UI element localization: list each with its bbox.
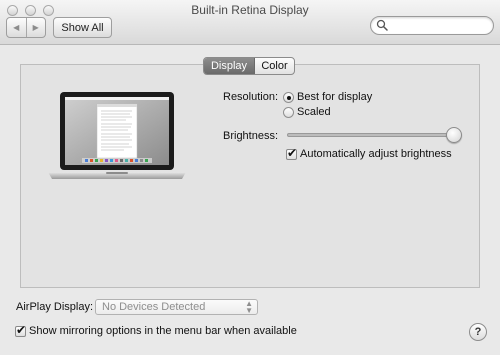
checkmark-icon: ✔ xyxy=(287,146,298,160)
show-mirroring-checkbox[interactable]: ✔ xyxy=(15,323,27,337)
brightness-slider[interactable] xyxy=(287,133,460,137)
scaled-label[interactable]: Scaled xyxy=(297,106,331,118)
title-bar: Built-in Retina Display ◀ ▶ Show All xyxy=(0,0,500,45)
laptop-image xyxy=(48,92,186,179)
help-button[interactable]: ? xyxy=(469,323,487,341)
show-mirroring-label[interactable]: Show mirroring options in the menu bar w… xyxy=(29,325,297,337)
resolution-label: Resolution: xyxy=(223,91,279,103)
best-for-display-radio[interactable] xyxy=(283,92,294,103)
select-arrows-icon: ▲ ▼ xyxy=(245,299,253,315)
auto-brightness-checkbox[interactable]: ✔ xyxy=(286,146,298,160)
tab-display[interactable]: Display xyxy=(204,58,255,74)
window-title: Built-in Retina Display xyxy=(191,3,309,17)
brightness-slider-knob[interactable] xyxy=(446,127,462,143)
back-arrow-icon: ◀ xyxy=(13,23,20,32)
tab-bar: Display Color xyxy=(203,57,295,75)
search-field[interactable] xyxy=(370,16,494,35)
airplay-display-select[interactable]: No Devices Detected ▲ ▼ xyxy=(95,299,258,315)
tab-color[interactable]: Color xyxy=(255,58,294,74)
forward-arrow-icon: ▶ xyxy=(32,23,39,32)
search-icon xyxy=(376,19,388,31)
auto-brightness-label[interactable]: Automatically adjust brightness xyxy=(300,148,452,160)
airplay-display-value: No Devices Detected xyxy=(102,301,206,313)
scaled-radio[interactable] xyxy=(283,107,294,118)
search-input[interactable] xyxy=(389,18,491,35)
airplay-display-label: AirPlay Display: xyxy=(16,301,94,313)
show-all-button[interactable]: Show All xyxy=(53,17,112,38)
checkmark-icon: ✔ xyxy=(16,323,27,337)
best-for-display-label[interactable]: Best for display xyxy=(297,91,372,103)
back-forward-control: ◀ ▶ xyxy=(6,17,46,38)
brightness-label: Brightness: xyxy=(223,130,279,142)
back-button[interactable]: ◀ xyxy=(7,18,26,37)
forward-button[interactable]: ▶ xyxy=(25,18,46,37)
preferences-window: Built-in Retina Display ◀ ▶ Show All Dis… xyxy=(0,0,500,355)
